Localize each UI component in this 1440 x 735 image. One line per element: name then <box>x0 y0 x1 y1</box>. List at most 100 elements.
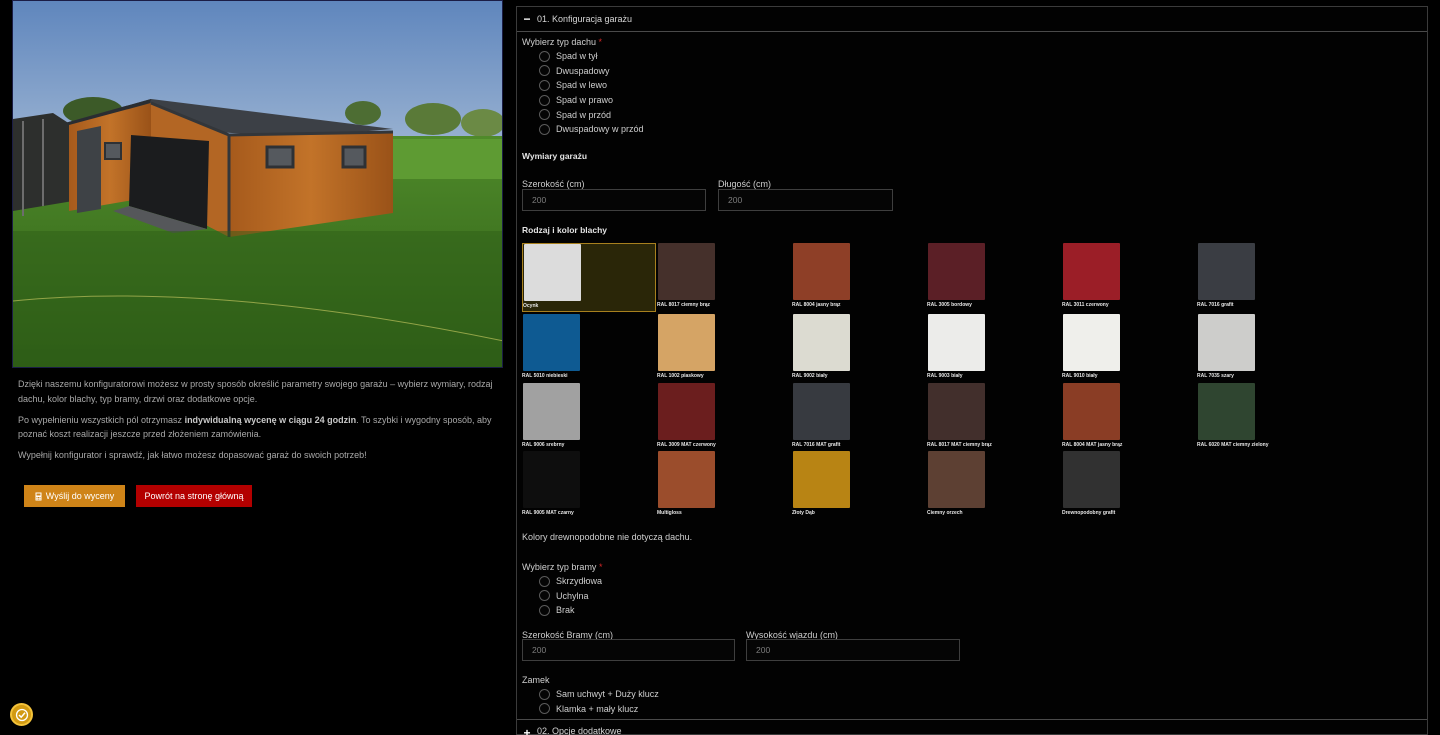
color-chip[interactable] <box>1198 383 1255 440</box>
gate-option-brak[interactable]: Brak <box>539 603 602 618</box>
color-swatch[interactable]: RAL 7016 MAT grafit <box>792 383 926 452</box>
color-swatch-name: RAL 8017 ciemny brąz <box>657 302 710 308</box>
color-swatch-name: RAL 9010 biały <box>1062 373 1098 379</box>
radio-circle[interactable] <box>539 123 550 135</box>
entry-height-input[interactable] <box>746 639 960 661</box>
radio-circle[interactable] <box>539 688 550 700</box>
radio-circle[interactable] <box>539 79 550 91</box>
color-swatch-name: RAL 6020 MAT ciemny zielony <box>1197 442 1269 448</box>
color-swatch[interactable]: RAL 5010 niebieski <box>522 314 656 383</box>
color-swatch-name: RAL 9005 MAT czarny <box>522 510 574 516</box>
color-swatch[interactable]: RAL 7016 grafit <box>1197 243 1331 312</box>
color-chip[interactable] <box>658 314 715 371</box>
color-swatch[interactable]: RAL 8004 jasny brąz <box>792 243 926 312</box>
color-chip[interactable] <box>793 243 850 300</box>
color-chip[interactable] <box>928 314 985 371</box>
lock-option-handle-big-key[interactable]: Sam uchwyt + Duży klucz <box>539 687 659 702</box>
lock-option-knob-small-key[interactable]: Klamka + mały klucz <box>539 702 659 717</box>
color-chip[interactable] <box>658 243 715 300</box>
color-swatch-name: RAL 7035 szary <box>1197 373 1234 379</box>
gate-option-uchylna[interactable]: Uchylna <box>539 589 602 604</box>
send-for-quote-button[interactable]: Wyślij do wyceny <box>24 485 125 507</box>
gate-option-skrzydlowa[interactable]: Skrzydłowa <box>539 574 602 589</box>
lock-label: Zamek <box>522 675 550 685</box>
radio-circle[interactable] <box>539 65 550 77</box>
color-chip[interactable] <box>658 383 715 440</box>
color-swatch-name: RAL 7016 MAT grafit <box>792 442 841 448</box>
calculator-icon <box>35 492 42 500</box>
color-chip[interactable] <box>793 451 850 508</box>
width-label: Szerokość (cm) <box>522 179 585 189</box>
roof-option-spad-lewo[interactable]: Spad w lewo <box>539 78 644 93</box>
length-input[interactable] <box>718 189 893 211</box>
accordion-section-1-header[interactable]: − 01. Konfiguracja garażu <box>517 7 1427 32</box>
color-swatch-name: RAL 8004 jasny brąz <box>792 302 841 308</box>
color-swatch[interactable]: RAL 8004 MAT jasny brąz <box>1062 383 1196 452</box>
gate-type-options: Skrzydłowa Uchylna Brak <box>539 574 602 618</box>
color-chip[interactable] <box>523 383 580 440</box>
minus-icon: − <box>523 12 531 26</box>
color-swatch[interactable]: RAL 3005 bordowy <box>927 243 1061 312</box>
gate-width-input[interactable] <box>522 639 735 661</box>
color-swatch[interactable]: RAL 6020 MAT ciemny zielony <box>1197 383 1331 452</box>
radio-circle[interactable] <box>539 703 550 715</box>
color-chip[interactable] <box>524 244 581 301</box>
color-chip[interactable] <box>793 383 850 440</box>
color-swatch[interactable]: RAL 1002 piaskowy <box>657 314 791 383</box>
roof-option-spad-przod[interactable]: Spad w przód <box>539 107 644 122</box>
color-swatch-name: RAL 9003 biały <box>927 373 963 379</box>
roof-option-dwuspadowy[interactable]: Dwuspadowy <box>539 64 644 79</box>
radio-circle[interactable] <box>539 50 550 62</box>
color-swatch-name: RAL 3011 czerwony <box>1062 302 1109 308</box>
radio-circle[interactable] <box>539 604 550 616</box>
color-swatch[interactable]: Multigloss <box>657 451 791 520</box>
roof-option-dwuspadowy-przod[interactable]: Dwuspadowy w przód <box>539 122 644 137</box>
lock-options: Sam uchwyt + Duży klucz Klamka + mały kl… <box>539 687 659 716</box>
color-swatch[interactable]: RAL 9003 biały <box>927 314 1061 383</box>
radio-circle[interactable] <box>539 94 550 106</box>
color-swatch[interactable]: RAL 9005 MAT czarny <box>522 451 656 520</box>
color-chip[interactable] <box>928 383 985 440</box>
width-input[interactable] <box>522 189 706 211</box>
color-chip[interactable] <box>793 314 850 371</box>
back-to-home-button[interactable]: Powrót na stronę główną <box>136 485 252 507</box>
color-chip[interactable] <box>1063 243 1120 300</box>
color-swatch[interactable]: RAL 8017 MAT ciemny brąz <box>927 383 1061 452</box>
color-swatch[interactable]: Ocynk <box>522 243 656 312</box>
color-chip[interactable] <box>928 451 985 508</box>
color-swatch[interactable]: RAL 3011 czerwony <box>1062 243 1196 312</box>
intro-text: Dzięki naszemu konfiguratorowi możesz w … <box>18 377 498 469</box>
color-swatch[interactable]: RAL 9010 biały <box>1062 314 1196 383</box>
roof-option-spad-prawo[interactable]: Spad w prawo <box>539 93 644 108</box>
color-swatch[interactable]: RAL 9002 biały <box>792 314 926 383</box>
accordion-section-2-header[interactable]: + 02. Opcje dodatkowe <box>517 719 1427 735</box>
color-swatch[interactable]: RAL 7035 szary <box>1197 314 1331 383</box>
color-swatch[interactable]: RAL 9006 srebrny <box>522 383 656 452</box>
color-chip[interactable] <box>1063 383 1120 440</box>
color-swatch[interactable]: Drewnopodobny grafit <box>1062 451 1196 520</box>
color-swatch[interactable]: Ciemny orzech <box>927 451 1061 520</box>
send-for-quote-label: Wyślij do wyceny <box>45 491 115 501</box>
gate-type-label: Wybierz typ bramy * <box>522 562 603 572</box>
color-chip[interactable] <box>1063 451 1120 508</box>
color-chip[interactable] <box>1063 314 1120 371</box>
roof-type-options: Spad w tył Dwuspadowy Spad w lewo Spad w… <box>539 49 644 137</box>
color-swatch[interactable]: RAL 8017 ciemny brąz <box>657 243 791 312</box>
color-chip[interactable] <box>523 451 580 508</box>
color-swatch-name: RAL 1002 piaskowy <box>657 373 704 379</box>
sheet-title: Rodzaj i kolor blachy <box>522 225 608 235</box>
color-chip[interactable] <box>1198 314 1255 371</box>
color-swatch-name: RAL 9006 srebrny <box>522 442 565 448</box>
color-chip[interactable] <box>928 243 985 300</box>
color-swatch[interactable]: Złoty Dąb <box>792 451 926 520</box>
color-chip[interactable] <box>523 314 580 371</box>
color-chip[interactable] <box>658 451 715 508</box>
radio-circle[interactable] <box>539 575 550 587</box>
roof-option-spad-tyl[interactable]: Spad w tył <box>539 49 644 64</box>
accessibility-badge-icon[interactable] <box>10 703 33 726</box>
radio-circle[interactable] <box>539 590 550 602</box>
color-swatch-name: Drewnopodobny grafit <box>1062 510 1116 516</box>
radio-circle[interactable] <box>539 109 550 121</box>
color-swatch[interactable]: RAL 3009 MAT czerwony <box>657 383 791 452</box>
color-chip[interactable] <box>1198 243 1255 300</box>
